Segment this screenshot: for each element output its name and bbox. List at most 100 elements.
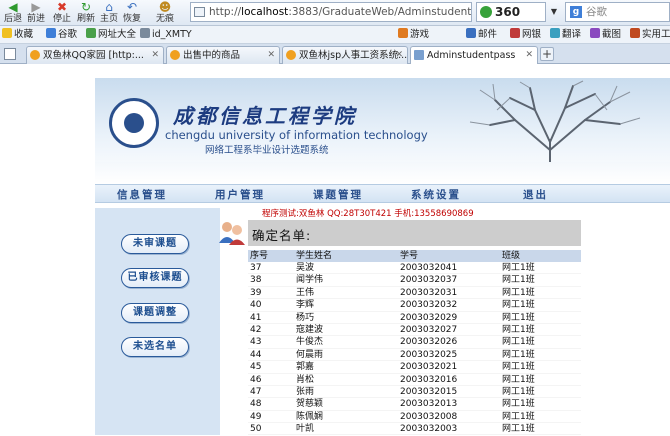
cell-name: 吴波	[296, 263, 315, 273]
google-icon	[46, 28, 56, 38]
refresh-icon: ↻	[80, 0, 92, 14]
menu-system-settings[interactable]: 系统设置	[411, 187, 461, 202]
sidebar-unreviewed-topics-button[interactable]: 未审课题	[121, 234, 189, 254]
new-tab-button[interactable]: +	[540, 47, 554, 61]
sidebar-topic-adjustment-button[interactable]: 课题调整	[121, 303, 189, 323]
table-row: 49 陈佩娴 2003032008 网工1班	[248, 411, 581, 424]
main-menu: 信息管理 用户管理 课题管理 系统设置 退出	[95, 184, 670, 203]
cell-class: 网工1班	[502, 300, 535, 311]
close-icon[interactable]: ✕	[395, 47, 403, 64]
table-row: 48 贺慈颖 2003032013 网工1班	[248, 398, 581, 411]
game-icon	[398, 28, 408, 38]
cell-class: 网工1班	[502, 263, 535, 273]
table-row: 43 牛俊杰 2003032026 网工1班	[248, 336, 581, 349]
page-icon	[194, 7, 205, 17]
refresh-button[interactable]: ↻ 刷新	[74, 1, 98, 25]
bookmark-google[interactable]: 谷歌	[46, 26, 77, 43]
address-bar[interactable]: http://localhost:3883/GraduateWeb/Admins…	[190, 2, 472, 22]
restore-label: 恢复	[122, 14, 141, 24]
restore-button[interactable]: ↶ 恢复	[120, 1, 144, 25]
system-subtitle: 网络工程系毕业设计选题系统	[205, 145, 329, 156]
cell-name: 叶凯	[296, 424, 315, 435]
bookmarks-bar: 收藏 谷歌 网址大全 id_XMTY 游戏 邮件 网银 翻译 截图 实用工	[0, 26, 670, 44]
bookmark-screenshot[interactable]: 截图	[590, 26, 621, 43]
cell-class: 网工1班	[502, 324, 535, 335]
search-input[interactable]: g 谷歌	[565, 2, 670, 22]
bookmark-games[interactable]: 游戏	[398, 26, 429, 43]
cell-class: 网工1班	[502, 362, 535, 373]
close-icon[interactable]: ✕	[525, 47, 533, 64]
refresh-label: 刷新	[76, 14, 95, 24]
bookmark-tools[interactable]: 实用工	[630, 26, 670, 43]
close-icon[interactable]: ✕	[151, 47, 159, 64]
url-prefix: http://	[209, 6, 242, 18]
cell-student-id: 2003032041	[400, 263, 458, 273]
tab-adminstudentpass[interactable]: Adminstudentpass ✕	[410, 46, 538, 65]
stop-label: 停止	[52, 14, 71, 24]
cell-name: 王伟	[296, 287, 315, 298]
sidebar: 未审课题 已审核课题 课题调整 未选名单	[95, 208, 220, 435]
stop-button[interactable]: ✖ 停止	[50, 1, 74, 25]
test-info-text: 程序测试:双鱼林 QQ:28T30T421 手机:13558690869	[262, 209, 474, 219]
cell-class: 网工1班	[502, 386, 535, 397]
brand-360-label: 360	[495, 5, 521, 19]
bookmark-label: 翻译	[562, 29, 582, 40]
student-table: 序号 学生姓名 学号 班级 37 吴波 2003032041 网工1班 38 闻学伟 200…	[248, 250, 581, 436]
cell-index: 39	[250, 287, 262, 298]
tools-icon	[630, 28, 640, 38]
cell-name: 李辉	[296, 300, 315, 311]
close-icon[interactable]: ✕	[267, 47, 275, 64]
bookmark-sites[interactable]: 网址大全	[86, 26, 136, 43]
bookmark-translate[interactable]: 翻译	[550, 26, 581, 43]
cell-index: 40	[250, 300, 262, 311]
back-button[interactable]: ◀ 后退	[1, 1, 25, 25]
cell-index: 37	[250, 263, 262, 273]
cell-class: 网工1班	[502, 399, 535, 410]
page-icon	[414, 50, 424, 60]
table-row: 37 吴波 2003032041 网工1班	[248, 262, 581, 275]
tab-title: 双鱼林jsp人事工资系统...	[299, 50, 408, 61]
bookmark-label: 收藏	[14, 29, 34, 40]
cell-class: 网工1班	[502, 337, 535, 348]
browser-toolbar: ◀ 后退 ▶ 前进 ✖ 停止 ↻ 刷新 ⌂ 主页 ↶ 恢复 ☻ 无痕 http:…	[0, 0, 670, 26]
bookmark-label: 网址大全	[98, 29, 137, 40]
cell-student-id: 2003032016	[400, 374, 458, 385]
bookmark-bank[interactable]: 网银	[510, 26, 541, 43]
table-row: 40 李辉 2003032032 网工1班	[248, 299, 581, 312]
cell-student-id: 2003032027	[400, 324, 458, 335]
home-button[interactable]: ⌂ 主页	[97, 1, 121, 25]
sidebar-unselected-list-button[interactable]: 未选名单	[121, 337, 189, 357]
page-icon	[140, 28, 150, 38]
cell-index: 42	[250, 324, 262, 335]
bookmark-mail[interactable]: 邮件	[466, 26, 497, 43]
bookmark-label: 谷歌	[58, 29, 78, 40]
school-name-cn: 成都信息工程学院	[173, 104, 357, 128]
star-icon	[30, 50, 40, 60]
column-header-class: 班级	[502, 251, 521, 261]
bookmark-favorites[interactable]: 收藏	[2, 26, 33, 43]
snow-ground	[95, 162, 670, 184]
header-banner: 成都信息工程学院 chengdu university of informati…	[95, 78, 670, 184]
incognito-button[interactable]: ☻ 无痕	[153, 1, 177, 25]
brand-360-badge[interactable]: 360	[476, 2, 546, 22]
cell-class: 网工1班	[502, 411, 535, 422]
sidebar-reviewed-topics-button[interactable]: 已审核课题	[121, 268, 189, 288]
table-row: 47 张雨 2003032015 网工1班	[248, 386, 581, 399]
menu-user-management[interactable]: 用户管理	[215, 187, 265, 202]
table-row: 41 杨巧 2003032029 网工1班	[248, 312, 581, 324]
menu-logout[interactable]: 退出	[523, 187, 548, 202]
bookmark-id[interactable]: id_XMTY	[140, 26, 192, 43]
tab-products[interactable]: 出售中的商品 ✕	[166, 46, 280, 64]
menu-info-management[interactable]: 信息管理	[117, 187, 167, 202]
back-arrow-icon: ◀	[8, 0, 18, 14]
tab-qq-home[interactable]: 双鱼林QQ家园 [http:... ✕	[26, 46, 164, 64]
users-icon	[219, 222, 245, 245]
address-dropdown-button[interactable]: ▼	[548, 2, 560, 22]
forward-button[interactable]: ▶ 前进	[24, 1, 48, 25]
cell-student-id: 2003032021	[400, 362, 458, 373]
cell-index: 50	[250, 424, 262, 435]
menu-topic-management[interactable]: 课题管理	[313, 187, 363, 202]
tab-hr-system[interactable]: 双鱼林jsp人事工资系统... ✕	[282, 46, 408, 64]
chevron-down-icon: ▼	[550, 7, 558, 16]
window-icon[interactable]	[4, 48, 16, 60]
